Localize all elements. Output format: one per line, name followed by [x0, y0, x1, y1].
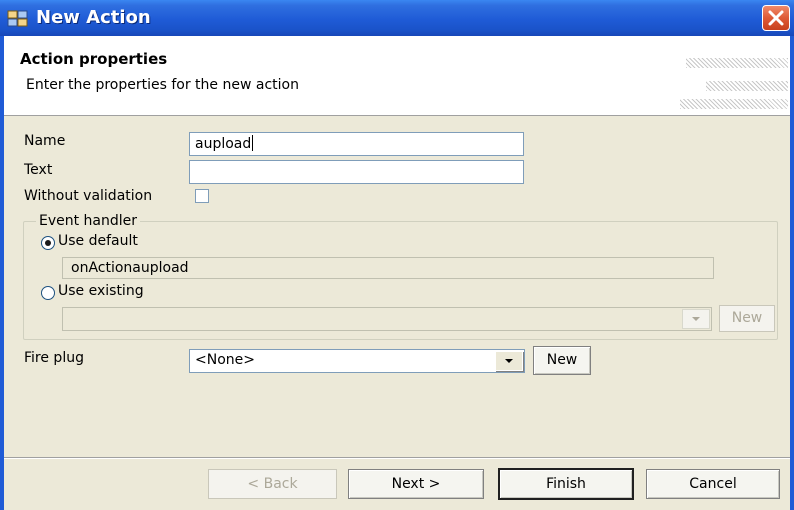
use-existing-label[interactable]: Use existing — [58, 283, 144, 299]
header-decoration — [686, 58, 788, 68]
text-label: Text — [24, 162, 53, 178]
use-existing-radio[interactable] — [41, 286, 55, 300]
page-title: Action properties — [20, 50, 168, 68]
cancel-button[interactable]: Cancel — [646, 469, 780, 499]
finish-button[interactable]: Finish — [498, 468, 634, 500]
fire-plug-dropdown-button[interactable] — [495, 351, 523, 371]
text-caret — [252, 135, 254, 151]
existing-handler-new-label: New — [731, 310, 763, 326]
fire-plug-new-button[interactable]: New — [533, 346, 591, 375]
fire-plug-combo[interactable]: <None> — [189, 349, 525, 373]
radio-selected-dot — [45, 240, 51, 246]
existing-handler-combo — [62, 307, 712, 331]
name-value: aupload — [195, 136, 252, 152]
use-default-radio[interactable] — [41, 236, 55, 250]
back-button: < Back — [208, 469, 337, 499]
fire-plug-label: Fire plug — [24, 350, 84, 366]
without-validation-label: Without validation — [24, 188, 153, 204]
page-description: Enter the properties for the new action — [26, 77, 299, 93]
window-title: New Action — [36, 7, 151, 28]
next-button-label: Next > — [391, 476, 441, 492]
back-button-label: < Back — [247, 476, 298, 492]
finish-button-label: Finish — [546, 476, 586, 492]
event-handler-group-title: Event handler — [36, 213, 141, 229]
close-button[interactable] — [762, 5, 790, 31]
existing-handler-dropdown-button — [682, 309, 710, 329]
name-label: Name — [24, 133, 66, 149]
header-decoration — [706, 81, 788, 91]
button-bar-separator — [4, 457, 790, 459]
window-frame-right — [790, 36, 794, 510]
cancel-button-label: Cancel — [689, 476, 737, 492]
default-handler-field: onActionaupload — [62, 257, 714, 279]
title-bar[interactable]: New Action — [0, 0, 794, 36]
application-icon — [7, 9, 29, 27]
without-validation-checkbox[interactable] — [195, 189, 209, 203]
existing-handler-new-button: New — [719, 305, 775, 332]
fire-plug-value: <None> — [195, 352, 255, 368]
default-handler-value: onActionaupload — [71, 260, 189, 276]
chevron-down-icon — [683, 316, 709, 332]
header-decoration — [680, 99, 788, 109]
wizard-header: Action properties Enter the properties f… — [4, 36, 790, 116]
new-action-dialog: New Action Action properties Enter the p… — [0, 0, 794, 510]
chevron-down-icon — [496, 358, 522, 374]
name-field[interactable]: aupload — [189, 132, 524, 156]
fire-plug-new-label: New — [546, 352, 578, 368]
use-default-label[interactable]: Use default — [58, 233, 138, 249]
text-field[interactable] — [189, 160, 524, 184]
next-button[interactable]: Next > — [348, 469, 484, 499]
